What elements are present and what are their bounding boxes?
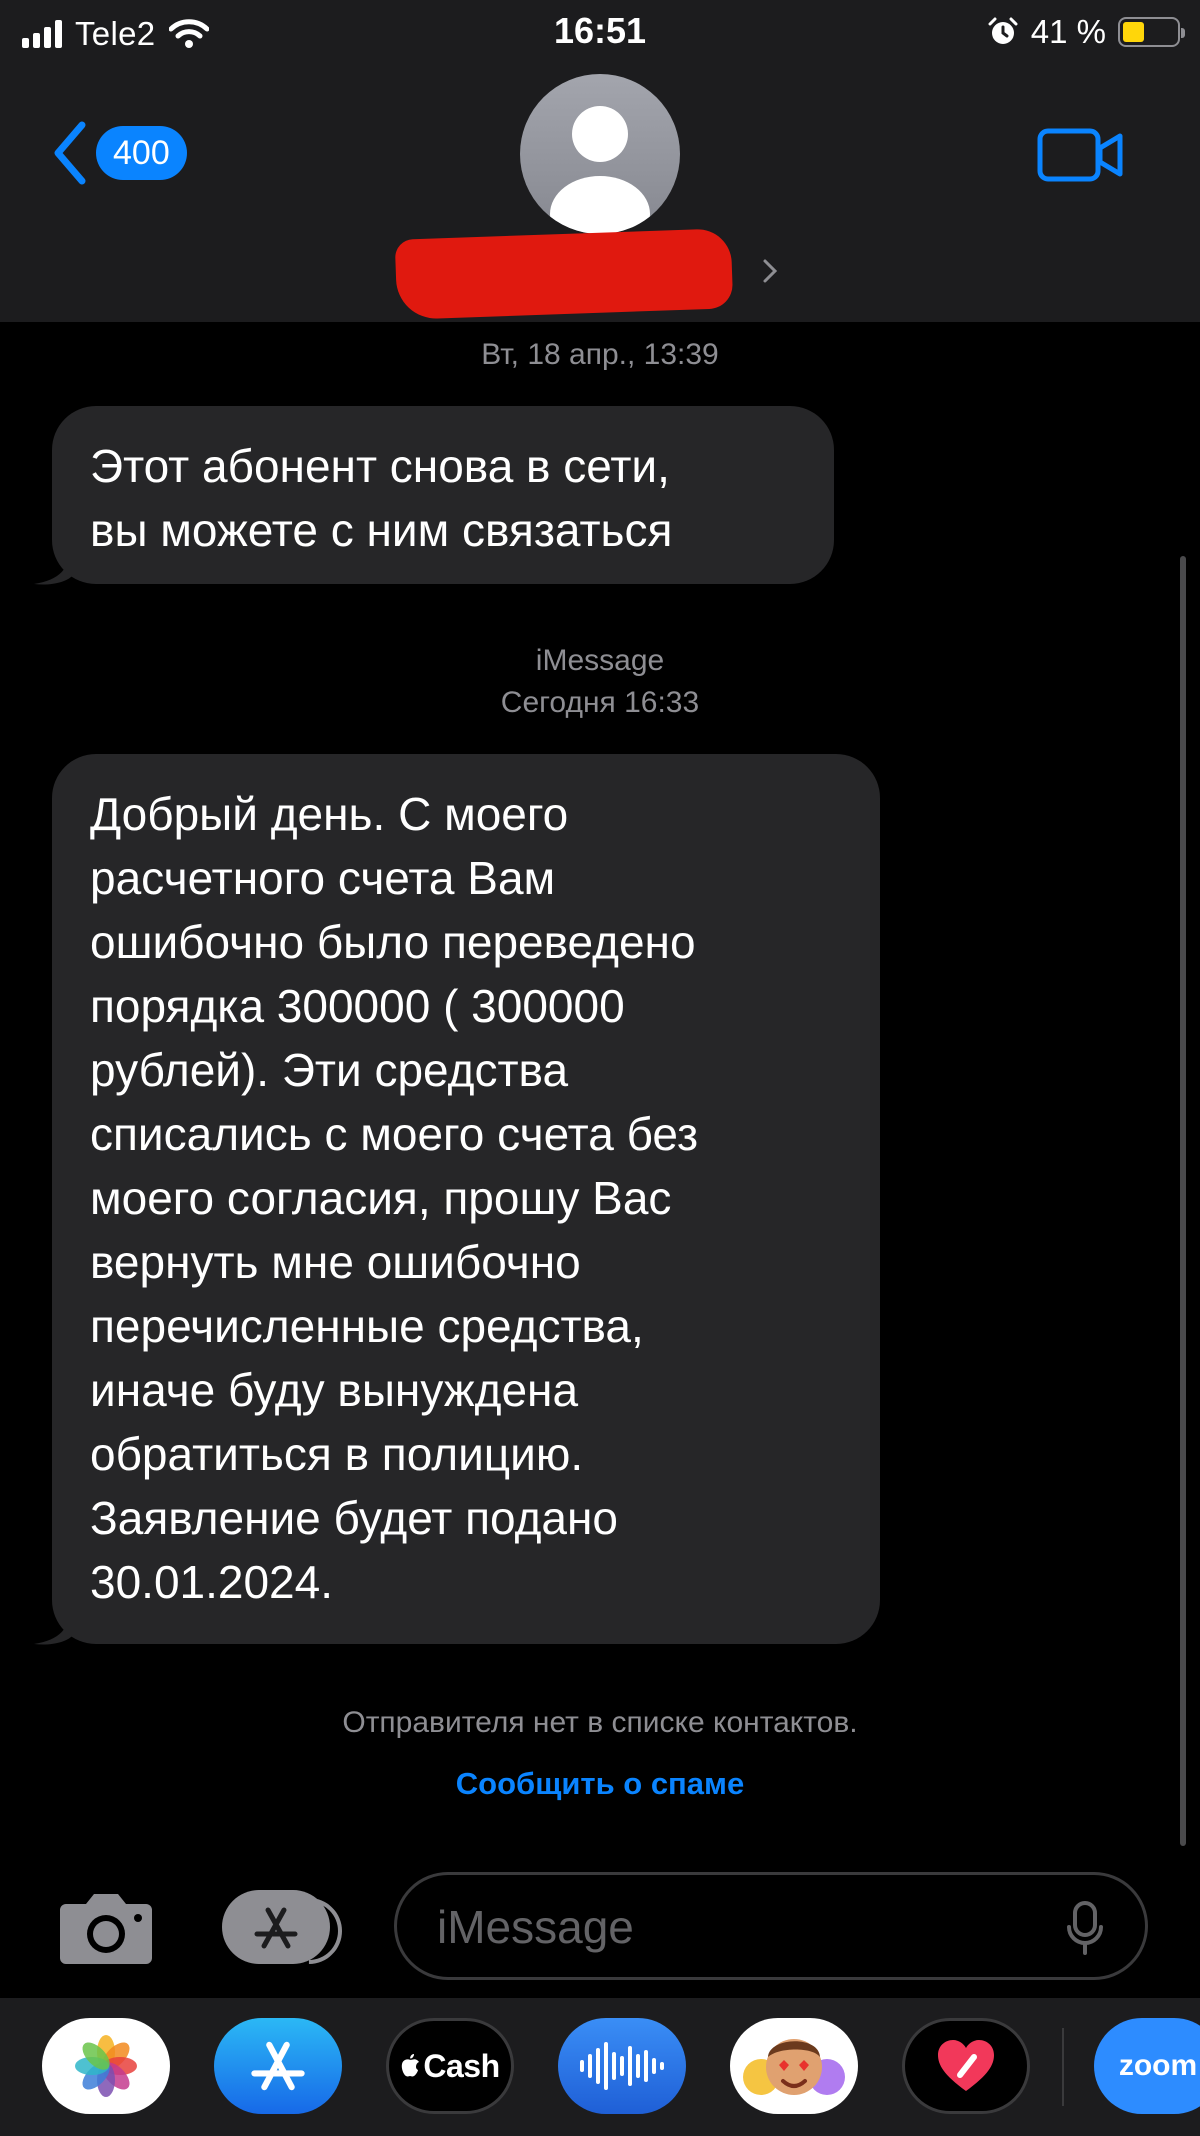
alarm-icon xyxy=(988,17,1018,44)
heart-icon xyxy=(938,2040,994,2091)
status-bar: Tele2 16:51 41 % xyxy=(0,0,1200,66)
digital-touch-icon[interactable] xyxy=(902,2018,1030,2114)
incoming-message-bubble[interactable]: Добрый день. С моего расчетного счета Ва… xyxy=(52,754,880,1644)
battery-level xyxy=(1123,22,1145,42)
back-button[interactable]: 400 xyxy=(50,116,187,190)
zoom-icon[interactable]: zoom xyxy=(1094,2018,1200,2114)
camera-icon[interactable] xyxy=(56,1888,156,1966)
app-store-icon[interactable] xyxy=(214,2018,342,2114)
app-strip-divider xyxy=(1062,2028,1064,2106)
apple-logo-icon xyxy=(402,2054,420,2077)
app-store-glyph xyxy=(251,2041,305,2091)
contact-avatar[interactable] xyxy=(520,74,680,234)
memoji-icon[interactable] xyxy=(730,2018,858,2114)
battery-icon xyxy=(1118,17,1185,47)
app-store-drawer-button[interactable] xyxy=(222,1890,330,1964)
messages-screen: Tele2 16:51 41 % 400 Вт, 18 апр., 13:39 … xyxy=(0,0,1200,2136)
person-silhouette-icon xyxy=(550,106,650,234)
status-right: 41 % xyxy=(987,12,1185,52)
conversation-header: Tele2 16:51 41 % 400 xyxy=(0,0,1200,322)
service-label: iMessage xyxy=(535,644,665,677)
battery-percentage: 41 % xyxy=(1030,13,1106,50)
imessage-app-strip: Cash zoom xyxy=(0,1998,1200,2136)
app-store-icon xyxy=(254,1907,298,1949)
bubble-tail xyxy=(34,548,74,585)
photos-flower-icon xyxy=(75,2035,137,2097)
apple-cash-icon[interactable]: Cash xyxy=(386,2018,514,2114)
memoji-faces-icon xyxy=(743,2039,845,2095)
redaction-mark xyxy=(394,228,734,320)
message-text: Добрый день. С моего расчетного счета Ва… xyxy=(90,788,699,1608)
message-timestamp: Сегодня 16:33 xyxy=(500,686,700,719)
message-input[interactable] xyxy=(437,1889,1037,1965)
unread-count-badge: 400 xyxy=(96,126,187,180)
chevron-left-icon xyxy=(54,121,86,185)
cash-label: Cash xyxy=(423,2047,500,2084)
audio-message-icon[interactable] xyxy=(558,2018,686,2114)
report-spam-link[interactable]: Сообщить о спаме xyxy=(0,1766,1200,1802)
incoming-message-bubble[interactable]: Этот абонент снова в сети, вы можете с н… xyxy=(52,406,834,584)
message-timestamp: Вт, 18 апр., 13:39 xyxy=(481,338,719,371)
microphone-icon[interactable] xyxy=(1065,1899,1105,1957)
photos-icon[interactable] xyxy=(42,2018,170,2114)
bubble-tail xyxy=(34,1608,74,1645)
scrollbar[interactable] xyxy=(1180,556,1186,1846)
message-input-field[interactable] xyxy=(394,1872,1148,1980)
chevron-right-icon xyxy=(763,259,778,283)
facetime-video-button[interactable] xyxy=(1036,126,1126,184)
unknown-sender-note: Отправителя нет в списке контактов. xyxy=(342,1706,858,1739)
zoom-label: zoom xyxy=(1118,2049,1198,2082)
sound-waveform-icon xyxy=(580,2042,664,2090)
message-text: Этот абонент снова в сети, вы можете с н… xyxy=(90,440,673,556)
